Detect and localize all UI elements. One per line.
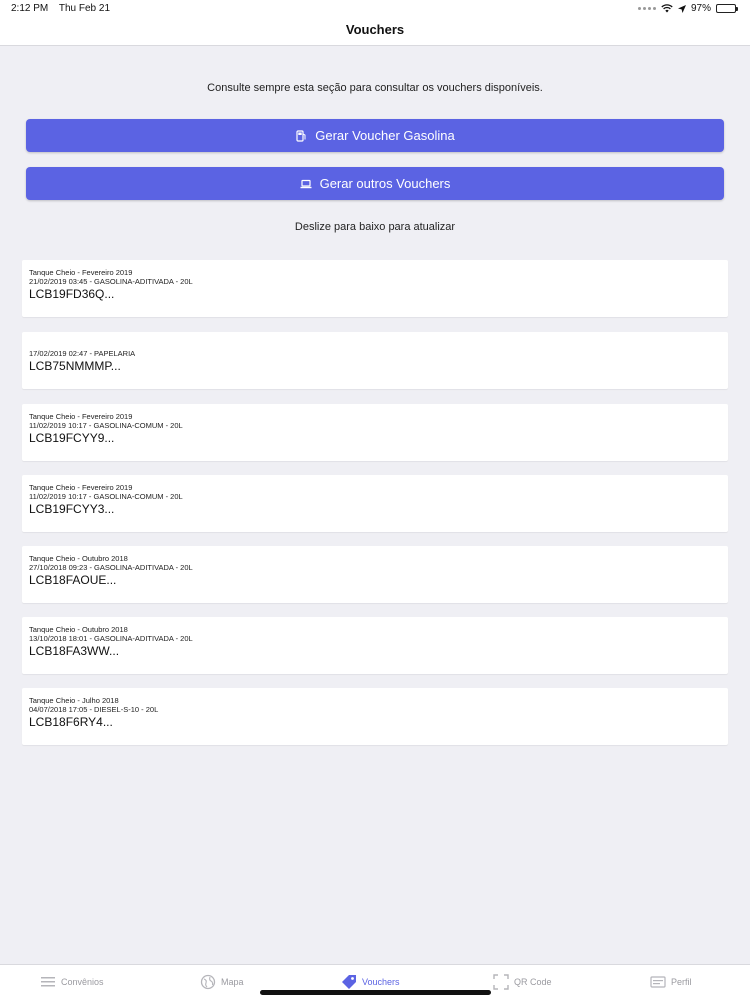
voucher-card[interactable]: Tanque Cheio - Outubro 2018 13/10/2018 1… (22, 617, 728, 674)
page-title: Vouchers (345, 22, 405, 37)
voucher-code: LCB19FD36Q... (29, 287, 115, 301)
profile-icon (650, 976, 666, 988)
voucher-code: LCB18FAOUE... (29, 573, 117, 587)
generate-gas-voucher-label: Gerar Voucher Gasolina (315, 128, 455, 143)
voucher-card[interactable]: Tanque Cheio - Fevereiro 2019 21/02/2019… (22, 260, 728, 317)
tab-convenios[interactable]: Convênios (40, 974, 104, 990)
tag-icon (342, 975, 356, 989)
battery-percent: 97% (690, 3, 711, 14)
location-arrow-icon (677, 4, 686, 13)
tab-vouchers[interactable]: Vouchers (341, 974, 400, 990)
voucher-code: LCB19FCYY3... (29, 502, 115, 516)
voucher-title: Tanque Cheio - Julho 2018 (29, 696, 119, 705)
voucher-details: 17/02/2019 02:47 - PAPELARIA (29, 349, 136, 358)
tab-qr-code-label: QR Code (514, 977, 552, 987)
signal-dots-icon (637, 7, 656, 10)
home-indicator (260, 990, 491, 995)
tab-convenios-label: Convênios (61, 977, 104, 987)
voucher-details: 04/07/2018 17:05 - DIESEL-S-10 - 20L (29, 705, 159, 714)
main-content[interactable]: Consulte sempre esta seção para consulta… (0, 46, 750, 964)
battery-icon (716, 4, 738, 13)
generate-other-vouchers-label: Gerar outros Vouchers (319, 176, 451, 191)
voucher-code: LCB19FCYY9... (29, 431, 115, 445)
voucher-title: Tanque Cheio - Outubro 2018 (29, 554, 128, 563)
voucher-details: 11/02/2019 10:17 - GASOLINA-COMUM - 20L (29, 492, 183, 501)
voucher-details: 27/10/2018 09:23 - GASOLINA-ADITIVADA - … (29, 563, 193, 572)
status-left: 2:12 PM Thu Feb 21 (11, 3, 118, 14)
voucher-code: LCB75NMMMP... (29, 359, 121, 373)
voucher-card[interactable]: Tanque Cheio - Fevereiro 2019 11/02/2019… (22, 404, 728, 461)
intro-text: Consulte sempre esta seção para consulta… (207, 82, 543, 94)
voucher-title: Tanque Cheio - Fevereiro 2019 (29, 412, 133, 421)
voucher-title: Tanque Cheio - Outubro 2018 (29, 625, 128, 634)
tab-mapa[interactable]: Mapa (200, 974, 244, 990)
status-right: 97% (637, 3, 738, 14)
voucher-details: 21/02/2019 03:45 - GASOLINA-ADITIVADA - … (29, 277, 193, 286)
voucher-card[interactable]: Tanque Cheio - Fevereiro 2019 11/02/2019… (22, 475, 728, 532)
qr-scan-icon (493, 974, 509, 990)
voucher-card[interactable]: Tanque Cheio - Julho 2018 04/07/2018 17:… (22, 688, 728, 745)
status-time: 2:12 PM (11, 3, 49, 14)
voucher-title (29, 340, 721, 349)
navigation-bar: Vouchers (0, 18, 750, 46)
pull-to-refresh-hint: Deslize para baixo para atualizar (294, 221, 456, 233)
voucher-card[interactable]: 17/02/2019 02:47 - PAPELARIA LCB75NMMMP.… (22, 332, 728, 389)
voucher-title: Tanque Cheio - Fevereiro 2019 (29, 268, 133, 277)
tab-vouchers-label: Vouchers (362, 977, 400, 987)
voucher-code: LCB18F6RY4... (29, 715, 113, 729)
generate-gas-voucher-button[interactable]: Gerar Voucher Gasolina (26, 119, 724, 152)
fuel-pump-icon (296, 129, 306, 142)
tab-perfil-label: Perfil (671, 977, 692, 987)
voucher-code: LCB18FA3WW... (29, 644, 120, 658)
voucher-title: Tanque Cheio - Fevereiro 2019 (29, 483, 133, 492)
tab-qr-code[interactable]: QR Code (493, 974, 552, 990)
tab-mapa-label: Mapa (221, 977, 244, 987)
status-bar: 2:12 PM Thu Feb 21 97% (0, 0, 750, 18)
wifi-icon (661, 4, 673, 13)
globe-icon (200, 974, 216, 990)
voucher-details: 13/10/2018 18:01 - GASOLINA-ADITIVADA - … (29, 634, 193, 643)
status-date: Thu Feb 21 (58, 3, 111, 14)
tab-perfil[interactable]: Perfil (650, 974, 692, 990)
laptop-icon (300, 179, 312, 188)
list-icon (41, 977, 55, 987)
generate-other-vouchers-button[interactable]: Gerar outros Vouchers (26, 167, 724, 200)
voucher-details: 11/02/2019 10:17 - GASOLINA-COMUM - 20L (29, 421, 183, 430)
voucher-card[interactable]: Tanque Cheio - Outubro 2018 27/10/2018 0… (22, 546, 728, 603)
